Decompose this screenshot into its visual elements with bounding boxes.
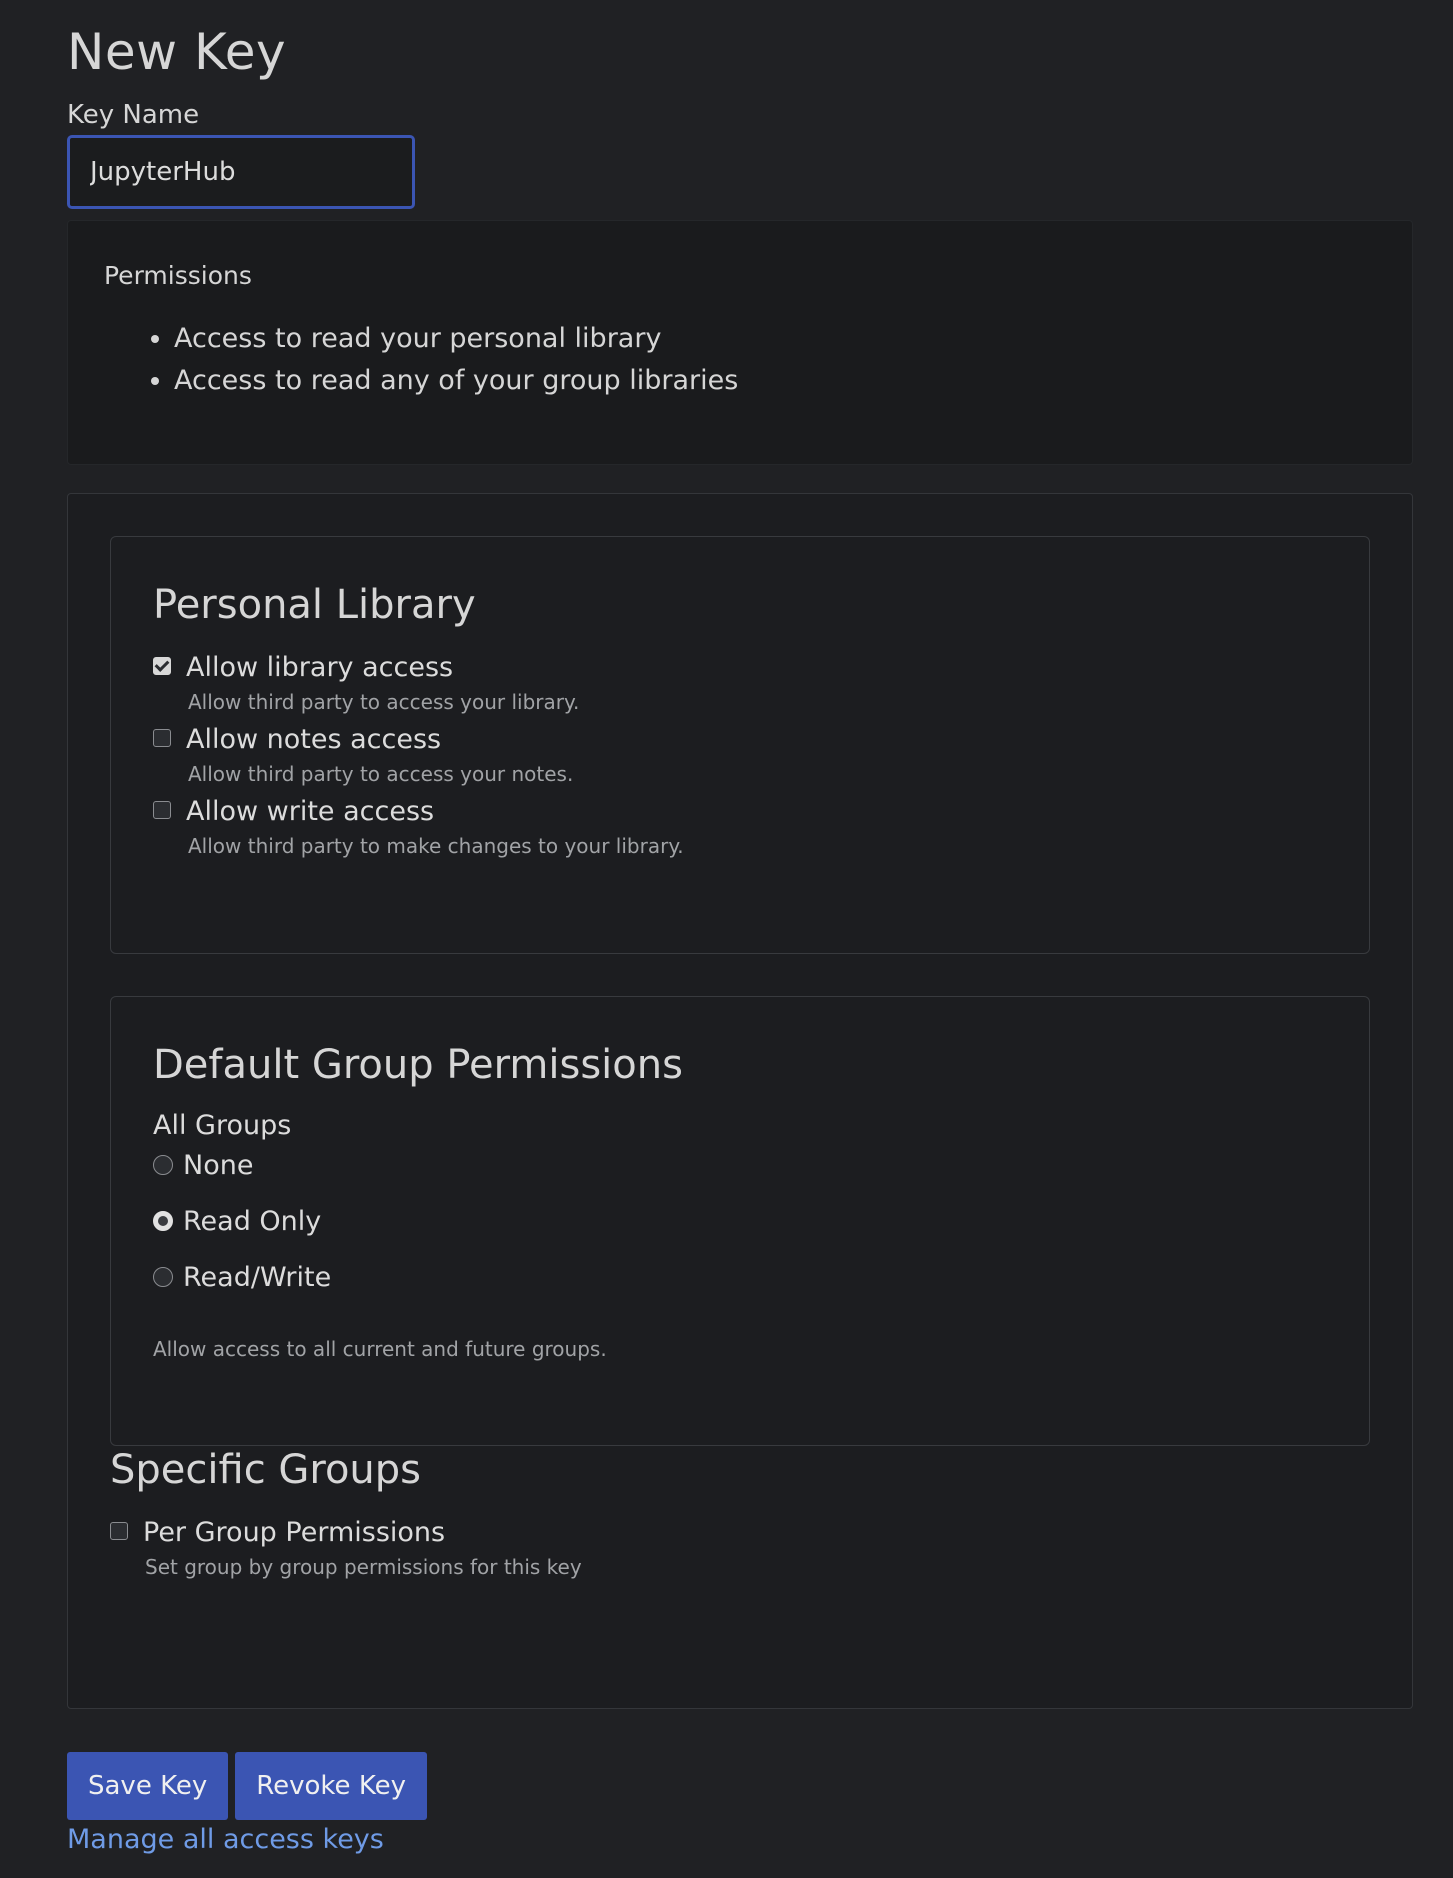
radio-read-write-option: Read/Write [153, 1249, 1327, 1305]
notes-access-help: Allow third party to access your notes. [188, 762, 574, 786]
notes-access-checkbox[interactable] [153, 729, 171, 747]
form-actions: Save Key Revoke Key [67, 1752, 1386, 1820]
library-access-label[interactable]: Allow library access [186, 651, 453, 685]
default-group-title: Default Group Permissions [153, 1042, 683, 1088]
new-key-page: New Key Key Name Permissions Access to r… [0, 0, 1453, 1878]
radio-none-option: None [153, 1137, 1327, 1193]
personal-library-card: Personal Library Allow library access Al… [110, 536, 1370, 954]
radio-read-only-option: Read Only [153, 1193, 1327, 1249]
specific-groups-title: Specific Groups [110, 1447, 422, 1493]
write-access-option: Allow write access Allow third party to … [153, 795, 1327, 859]
all-groups-help: Allow access to all current and future g… [153, 1337, 607, 1361]
write-access-label[interactable]: Allow write access [186, 795, 434, 829]
library-access-option: Allow library access Allow third party t… [153, 651, 1327, 715]
page-title: New Key [67, 23, 287, 81]
library-access-help: Allow third party to access your library… [188, 690, 580, 714]
radio-none[interactable] [153, 1155, 173, 1175]
permission-item: Access to read any of your group librari… [174, 360, 1376, 402]
save-key-button[interactable]: Save Key [67, 1752, 229, 1820]
permissions-title: Permissions [104, 261, 252, 290]
key-name-label: Key Name [67, 100, 200, 130]
radio-none-label[interactable]: None [183, 1150, 253, 1181]
manage-access-keys-link[interactable]: Manage all access keys [67, 1824, 384, 1855]
notes-access-label[interactable]: Allow notes access [186, 723, 441, 757]
per-group-permissions-option: Per Group Permissions Set group by group… [110, 1516, 1370, 1580]
per-group-permissions-checkbox[interactable] [110, 1522, 128, 1540]
library-access-checkbox[interactable] [153, 657, 171, 675]
revoke-key-button[interactable]: Revoke Key [235, 1752, 427, 1820]
radio-read-only-label[interactable]: Read Only [183, 1206, 321, 1237]
write-access-checkbox[interactable] [153, 801, 171, 819]
key-name-input[interactable] [67, 135, 415, 209]
personal-library-title: Personal Library [153, 582, 476, 628]
per-group-permissions-help: Set group by group permissions for this … [145, 1555, 582, 1579]
radio-read-only[interactable] [153, 1211, 173, 1231]
permissions-list: Access to read your personal library Acc… [104, 318, 1376, 402]
default-group-permissions-card: Default Group Permissions All Groups Non… [110, 996, 1370, 1446]
radio-read-write[interactable] [153, 1267, 173, 1287]
notes-access-option: Allow notes access Allow third party to … [153, 723, 1327, 787]
permissions-summary: Permissions Access to read your personal… [67, 220, 1413, 465]
key-settings-panel: Personal Library Allow library access Al… [67, 493, 1413, 1709]
permission-item: Access to read your personal library [174, 318, 1376, 360]
write-access-help: Allow third party to make changes to you… [188, 834, 684, 858]
per-group-permissions-label[interactable]: Per Group Permissions [143, 1516, 445, 1550]
radio-read-write-label[interactable]: Read/Write [183, 1262, 331, 1293]
